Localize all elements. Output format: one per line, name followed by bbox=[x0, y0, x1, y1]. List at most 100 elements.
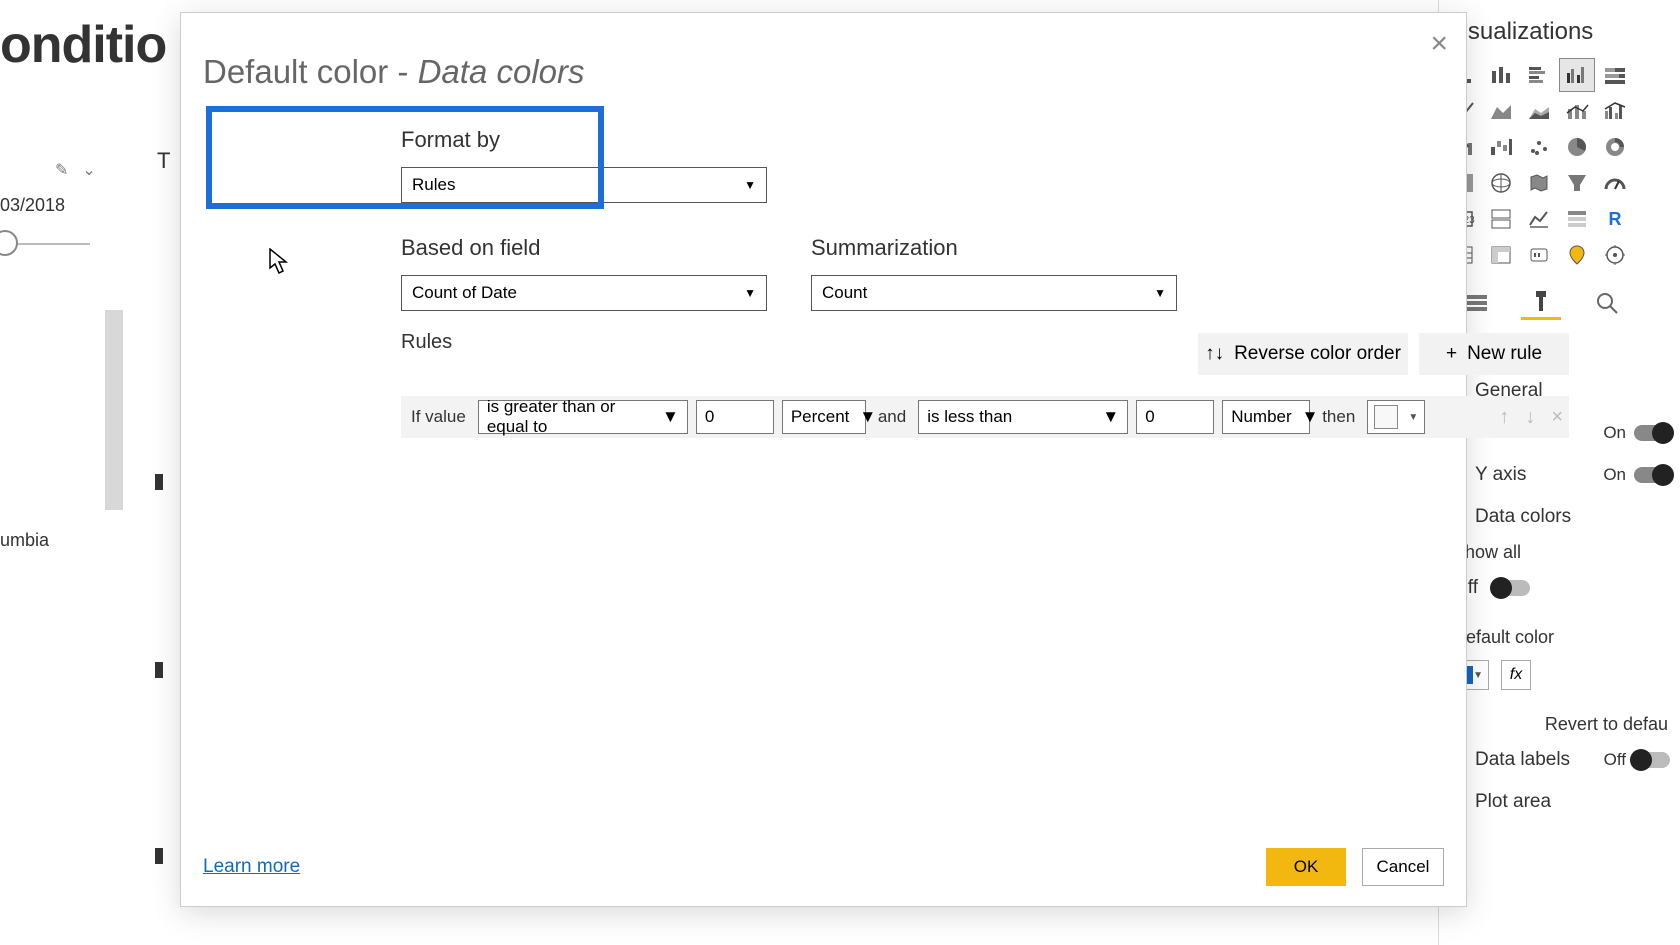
x-axis-toggle[interactable] bbox=[1634, 425, 1670, 441]
based-on-field-value: Count of Date bbox=[412, 283, 517, 303]
then-text: then bbox=[1318, 407, 1359, 427]
rule-color-picker[interactable]: ▼ bbox=[1367, 400, 1425, 434]
format-tab[interactable] bbox=[1521, 286, 1561, 320]
axis-tick bbox=[155, 662, 163, 678]
value-1-input[interactable] bbox=[696, 400, 774, 434]
unit-1-dropdown[interactable]: Percent▼ bbox=[782, 400, 866, 434]
dialog-title-em: Data colors bbox=[418, 53, 585, 90]
visualizations-pane: Visualizations 123 R bbox=[1438, 0, 1680, 945]
unit-2-value: Number bbox=[1231, 407, 1291, 427]
move-down-icon[interactable]: ↓ bbox=[1525, 406, 1535, 429]
format-pane-tabs bbox=[1439, 272, 1680, 322]
show-all-label: Show all bbox=[1439, 538, 1680, 567]
slicer-date: 03/2018 bbox=[0, 195, 65, 216]
letter-t: T bbox=[157, 148, 170, 174]
dialog-title-prefix: Default color - bbox=[203, 53, 418, 90]
slicer-handle[interactable] bbox=[0, 230, 18, 256]
r-visual-icon[interactable]: R bbox=[1597, 202, 1633, 236]
new-rule-button[interactable]: + New rule bbox=[1419, 333, 1569, 375]
axis-label-fragment: umbia bbox=[0, 530, 49, 551]
chart-scrollbar[interactable] bbox=[105, 310, 123, 510]
and-text: and bbox=[874, 407, 910, 427]
operator-1-dropdown[interactable]: is greater than or equal to▼ bbox=[478, 400, 688, 434]
format-card-y-axis[interactable]: ⌄ Y axis On bbox=[1439, 454, 1680, 496]
custom-visual-icon[interactable] bbox=[1597, 238, 1633, 272]
stacked-column-chart-icon[interactable] bbox=[1483, 58, 1519, 92]
map-icon[interactable] bbox=[1483, 166, 1519, 200]
stacked-area-chart-icon[interactable] bbox=[1521, 94, 1557, 128]
unit-2-dropdown[interactable]: Number▼ bbox=[1222, 400, 1310, 434]
revert-to-default-link[interactable]: Revert to defau bbox=[1439, 698, 1680, 739]
reverse-color-order-button[interactable]: ↑↓ Reverse color order bbox=[1198, 333, 1408, 375]
funnel-icon[interactable] bbox=[1559, 166, 1595, 200]
new-rule-label: New rule bbox=[1467, 343, 1542, 365]
line-stacked-column-icon[interactable] bbox=[1559, 94, 1595, 128]
arcgis-map-icon[interactable] bbox=[1559, 238, 1595, 272]
rule-row: If value is greater than or equal to▼ Pe… bbox=[401, 396, 1569, 438]
caret-down-icon: ▼ bbox=[744, 178, 756, 192]
close-icon[interactable]: × bbox=[1430, 27, 1448, 61]
format-card-data-colors[interactable]: ⌄ Data colors bbox=[1439, 496, 1680, 538]
caret-down-icon: ▼ bbox=[1302, 407, 1319, 427]
gauge-icon[interactable] bbox=[1597, 166, 1633, 200]
plot-area-label: Plot area bbox=[1475, 791, 1551, 813]
sort-icon: ↑↓ bbox=[1205, 343, 1224, 365]
delete-rule-icon[interactable]: × bbox=[1551, 406, 1563, 429]
toggle-off-text: Off bbox=[1604, 750, 1626, 770]
conditional-formatting-dialog: × Default color - Data colors Format by … bbox=[180, 12, 1467, 907]
kpi-icon[interactable] bbox=[1521, 202, 1557, 236]
based-on-field-label: Based on field bbox=[401, 235, 767, 261]
pin-icon[interactable]: ✎ bbox=[55, 160, 68, 180]
format-by-dropdown[interactable]: Rules ▼ bbox=[401, 167, 767, 203]
format-card-data-labels[interactable]: ⌄ Data labels Off bbox=[1439, 739, 1680, 781]
slicer-icon[interactable] bbox=[1559, 202, 1595, 236]
dialog-title: Default color - Data colors bbox=[203, 53, 1444, 91]
move-up-icon[interactable]: ↑ bbox=[1499, 406, 1509, 429]
data-labels-toggle[interactable] bbox=[1634, 752, 1670, 768]
toggle-on-text: On bbox=[1603, 465, 1626, 485]
format-card-plot-area[interactable]: ⌄ Plot area bbox=[1439, 781, 1680, 823]
axis-tick bbox=[155, 848, 163, 864]
matrix-icon[interactable] bbox=[1483, 238, 1519, 272]
based-on-field-dropdown[interactable]: Count of Date ▼ bbox=[401, 275, 767, 311]
hundred-stacked-bar-icon[interactable] bbox=[1597, 58, 1633, 92]
unit-1-value: Percent bbox=[791, 407, 850, 427]
format-by-value: Rules bbox=[412, 175, 455, 195]
line-clustered-column-icon[interactable] bbox=[1597, 94, 1633, 128]
filled-map-icon[interactable] bbox=[1521, 166, 1557, 200]
multi-row-card-icon[interactable] bbox=[1483, 202, 1519, 236]
summarization-label: Summarization bbox=[811, 235, 1177, 261]
operator-2-dropdown[interactable]: is less than▼ bbox=[918, 400, 1128, 434]
axis-tick bbox=[155, 474, 163, 490]
data-labels-label: Data labels bbox=[1475, 749, 1570, 771]
plus-icon: + bbox=[1446, 343, 1457, 365]
value-2-input[interactable] bbox=[1136, 400, 1214, 434]
clustered-column-chart-icon[interactable] bbox=[1559, 58, 1595, 92]
donut-chart-icon[interactable] bbox=[1597, 130, 1633, 164]
cancel-button[interactable]: Cancel bbox=[1362, 848, 1444, 886]
python-visual-icon[interactable] bbox=[1521, 238, 1557, 272]
data-colors-label: Data colors bbox=[1475, 506, 1571, 528]
summarization-dropdown[interactable]: Count ▼ bbox=[811, 275, 1177, 311]
default-color-label: Default color bbox=[1439, 623, 1680, 652]
show-all-toggle[interactable] bbox=[1494, 580, 1530, 596]
caret-down-icon: ▼ bbox=[744, 286, 756, 300]
analytics-tab[interactable] bbox=[1587, 286, 1627, 320]
rules-label: Rules bbox=[401, 331, 452, 354]
format-by-label: Format by bbox=[401, 127, 767, 153]
if-value-text: If value bbox=[407, 407, 470, 427]
pie-chart-icon[interactable] bbox=[1559, 130, 1595, 164]
conditional-formatting-fx-button[interactable]: fx bbox=[1501, 660, 1531, 690]
caret-down-icon: ▼ bbox=[1473, 670, 1483, 681]
operator-1-value: is greater than or equal to bbox=[487, 397, 652, 437]
ok-button[interactable]: OK bbox=[1266, 848, 1346, 886]
waterfall-chart-icon[interactable] bbox=[1483, 130, 1519, 164]
learn-more-link[interactable]: Learn more bbox=[203, 856, 300, 878]
toggle-on-text: On bbox=[1603, 423, 1626, 443]
area-chart-icon[interactable] bbox=[1483, 94, 1519, 128]
caret-down-icon: ▼ bbox=[1408, 412, 1418, 423]
scatter-chart-icon[interactable] bbox=[1521, 130, 1557, 164]
chevron-down-icon[interactable]: ⌄ bbox=[82, 160, 95, 180]
y-axis-toggle[interactable] bbox=[1634, 467, 1670, 483]
clustered-bar-chart-icon[interactable] bbox=[1521, 58, 1557, 92]
